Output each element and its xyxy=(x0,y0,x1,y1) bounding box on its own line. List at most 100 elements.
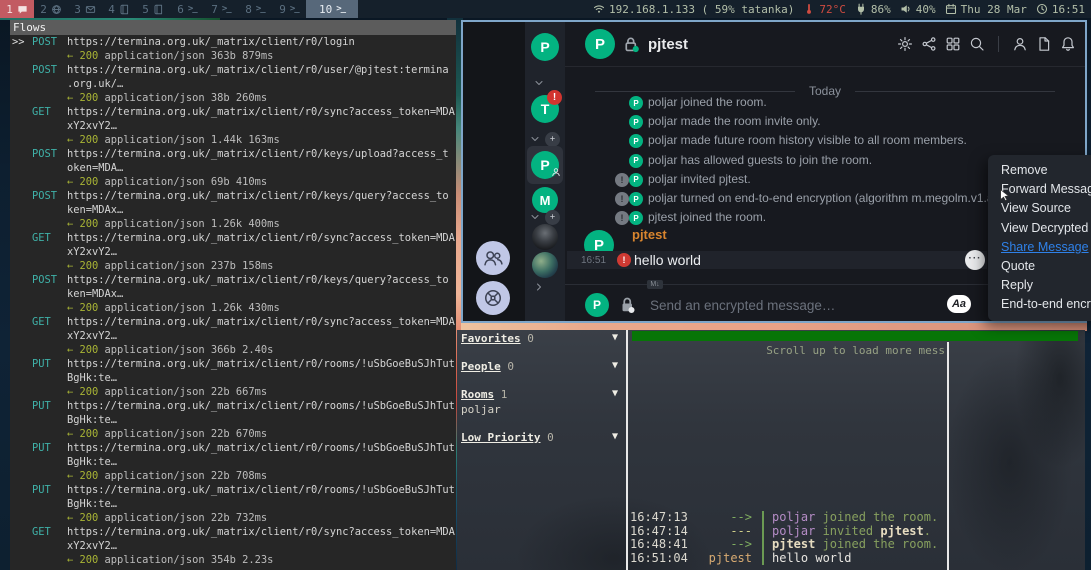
flow-row[interactable]: POSThttps://termina.org.uk/_matrix/clien… xyxy=(10,147,456,189)
flow-method: GET xyxy=(32,105,67,119)
explore-button[interactable] xyxy=(476,281,510,315)
flow-info: application/json 1.26k 430ms xyxy=(98,301,279,315)
flow-info: application/json 38b 260ms xyxy=(98,91,267,105)
flow-status: ← 200 xyxy=(67,427,98,441)
terminal-matrix-window: Favorites 0▼ People 0▼ Rooms 1▼poljar Low P… xyxy=(457,330,1085,570)
menu-item-end-to-end-encry[interactable]: End-to-end encry xyxy=(988,295,1091,314)
menu-item-view-source[interactable]: View Source xyxy=(988,199,1091,218)
focus-marker xyxy=(10,315,32,329)
add-room-button[interactable] xyxy=(545,132,560,147)
log-line: 16:48:41-->pjtest joined the room. xyxy=(630,538,946,552)
flow-row[interactable]: POSThttps://termina.org.uk/_matrix/clien… xyxy=(10,273,456,315)
menu-item-quote[interactable]: Quote xyxy=(988,257,1091,276)
search-button[interactable] xyxy=(968,35,986,53)
workspace-number: 7 xyxy=(211,3,218,16)
log-segment: joined the room. xyxy=(815,538,938,551)
message-row[interactable]: 16:51 ! hello world xyxy=(567,251,987,269)
collapse-arrow-icon[interactable]: ▼ xyxy=(612,388,618,399)
menu-item-view-decrypted-s[interactable]: View Decrypted S xyxy=(988,219,1091,238)
chevron-right-icon[interactable] xyxy=(533,278,545,296)
workspace-number: 1 xyxy=(6,3,13,16)
buffer-section-favorites[interactable]: Favorites 0▼ xyxy=(461,332,621,346)
workspace-button-8[interactable]: 8>_ xyxy=(238,0,272,18)
workspace-button-1[interactable]: 1 xyxy=(0,0,34,18)
flow-row[interactable]: PUThttps://termina.org.uk/_matrix/client… xyxy=(10,441,456,483)
log-line: 16:47:13-->poljar joined the room. xyxy=(630,511,946,525)
message-input[interactable] xyxy=(648,293,942,317)
room-item-poljar[interactable]: poljar xyxy=(461,403,621,416)
flow-row[interactable]: PUThttps://termina.org.uk/_matrix/client… xyxy=(10,399,456,441)
workspace-number: 5 xyxy=(142,3,149,16)
workspace-button-2[interactable]: 2 xyxy=(34,0,68,18)
people-button[interactable] xyxy=(476,241,510,275)
system-status: 192.168.1.133 ( 59% tatanka)72°C86%40%Th… xyxy=(593,3,1091,16)
workspace-button-5[interactable]: 5 xyxy=(136,0,170,18)
status-wifi: 192.168.1.133 ( 59% tatanka) xyxy=(593,3,794,16)
workspace-button-10[interactable]: 10>_ xyxy=(306,0,358,18)
workspace-button-9[interactable]: 9>_ xyxy=(272,0,306,18)
flow-row[interactable]: POSThttps://termina.org.uk/_matrix/clien… xyxy=(10,189,456,231)
flow-status: ← 200 xyxy=(67,259,98,273)
room-avatar-tower[interactable] xyxy=(532,224,558,250)
log-segment: pjtest xyxy=(880,525,923,538)
avatar[interactable]: P xyxy=(629,96,643,110)
menu-item-remove[interactable]: Remove xyxy=(988,161,1091,180)
avatar[interactable]: P xyxy=(629,134,643,148)
format-button[interactable]: Aa xyxy=(947,295,971,313)
menu-item-reply[interactable]: Reply xyxy=(988,276,1091,295)
chevron-down-icon[interactable] xyxy=(529,133,541,145)
book-icon xyxy=(119,4,130,15)
room-avatar-earth[interactable] xyxy=(532,252,558,278)
buffer-section-low-priority[interactable]: Low Priority 0▼ xyxy=(461,431,621,445)
flow-row[interactable]: POSThttps://termina.org.uk/_matrix/clien… xyxy=(10,63,456,105)
room-avatar[interactable]: P xyxy=(585,29,615,59)
workspace-button-3[interactable]: 3 xyxy=(68,0,102,18)
flow-row[interactable]: GEThttps://termina.org.uk/_matrix/client… xyxy=(10,105,456,147)
members-button[interactable] xyxy=(1011,35,1029,53)
files-button[interactable] xyxy=(1035,35,1053,53)
buffer-section-rooms[interactable]: Rooms 1▼ xyxy=(461,388,621,402)
chevron-down-icon xyxy=(533,77,545,89)
flow-row[interactable]: PUThttps://termina.org.uk/_matrix/client… xyxy=(10,357,456,399)
prefix-separator xyxy=(762,511,764,525)
collapse-arrow-icon[interactable]: ▼ xyxy=(612,431,618,442)
person-overlay-icon xyxy=(551,163,561,181)
log-prefix: pjtest xyxy=(690,552,762,566)
collapse-arrow-icon[interactable]: ▼ xyxy=(612,332,618,343)
flow-row[interactable]: >>POSThttps://termina.org.uk/_matrix/cli… xyxy=(10,35,456,63)
avatar[interactable]: P xyxy=(629,192,643,206)
buffer-section-people[interactable]: People 0▼ xyxy=(461,360,621,374)
room-tile-selected[interactable]: P xyxy=(527,146,563,184)
log-prefix: --- xyxy=(690,525,762,539)
flow-status: ← 200 xyxy=(67,301,98,315)
user-avatar[interactable]: P xyxy=(531,33,559,61)
avatar[interactable]: P xyxy=(629,211,643,225)
section-name: People xyxy=(461,360,501,373)
terminal-icon: >_ xyxy=(290,4,299,14)
chevron-down-icon[interactable] xyxy=(533,74,545,92)
speaker-icon xyxy=(900,3,912,15)
state-event-text: poljar turned on end-to-end encryption (… xyxy=(648,191,1044,205)
share-button[interactable] xyxy=(920,35,938,53)
add-room-button[interactable] xyxy=(545,210,560,225)
flow-row[interactable]: PUThttps://termina.org.uk/_matrix/client… xyxy=(10,483,456,525)
avatar[interactable]: P xyxy=(629,173,643,187)
collapse-arrow-icon[interactable]: ▼ xyxy=(612,360,618,371)
flow-url: https://termina.org.uk/_matrix/client/r0… xyxy=(67,63,449,77)
apps-button[interactable] xyxy=(944,35,962,53)
settings-button[interactable] xyxy=(896,35,914,53)
workspace-button-6[interactable]: 6>_ xyxy=(170,0,204,18)
flow-row[interactable]: GEThttps://termina.org.uk/_matrix/client… xyxy=(10,525,456,567)
avatar[interactable]: P xyxy=(629,115,643,129)
menu-item-share-message[interactable]: Share Message xyxy=(988,238,1091,257)
flow-row[interactable]: GEThttps://termina.org.uk/_matrix/client… xyxy=(10,231,456,273)
workspace-button-4[interactable]: 4 xyxy=(102,0,136,18)
flow-url-cont: xY2xvY2… xyxy=(67,119,117,133)
flow-row[interactable]: GEThttps://termina.org.uk/_matrix/client… xyxy=(10,315,456,357)
message-options-button[interactable]: ··· xyxy=(965,250,985,270)
workspace-button-7[interactable]: 7>_ xyxy=(204,0,238,18)
avatar[interactable]: P xyxy=(629,154,643,168)
notifications-button[interactable] xyxy=(1059,35,1077,53)
workspace-number: 6 xyxy=(177,3,184,16)
files-icon xyxy=(1036,36,1052,52)
